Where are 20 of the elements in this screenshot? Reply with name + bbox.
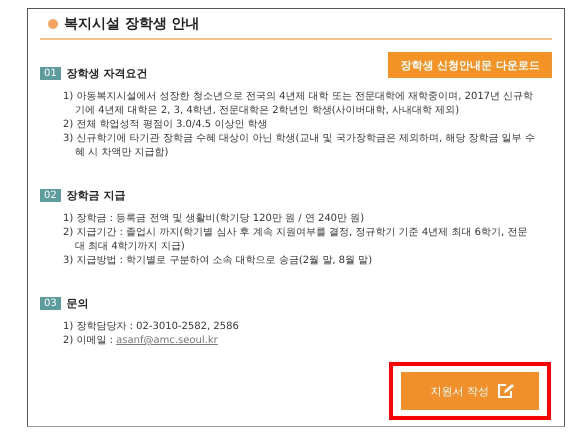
section-heading: 문의 bbox=[66, 296, 89, 311]
bullet-icon bbox=[48, 18, 58, 29]
email-link[interactable]: asanf@amc.seoul.kr bbox=[116, 335, 218, 346]
list-item: 1) 장학금 : 등록금 전액 및 생활비(학기당 120만 원 / 연 240만 원) bbox=[63, 212, 366, 226]
list-item: 3) 지급방법 : 학기별로 구분하여 소속 대학으로 송금(2월 말, 8월 말) bbox=[63, 254, 374, 268]
section-heading: 장학생 자격요건 bbox=[66, 66, 148, 81]
edit-icon bbox=[497, 383, 515, 399]
list-item: 1) 아동복지시설에서 성장한 청소년으로 전국의 4년제 대학 또는 전문대학에 재학중이며, 2017년 신규학기에 4년제 대학은 2, 3, 4학년, 전문대학은 2학년인 학생(사이버대학, 사내대학 제외) bbox=[63, 90, 534, 118]
section-number: 03 bbox=[40, 297, 61, 310]
download-button[interactable]: 장학생 신청안내문 다운로드 bbox=[388, 52, 552, 78]
list-item: 2) 전체 학업성적 평점이 3.0/4.5 이상인 학생 bbox=[63, 118, 269, 132]
list-item: 2) 이메일 : asanf@amc.seoul.kr bbox=[63, 334, 219, 348]
section-number: 01 bbox=[40, 67, 61, 80]
list-item: 2) 지급기간 : 졸업시 까지(학기별 심사 후 계속 지원여부를 결정, 정규학기 기준 4년제 최대 6학기, 전문대 최대 4학기까지 지급) bbox=[63, 226, 528, 254]
page-title: 복지시설 장학생 안내 bbox=[64, 14, 200, 33]
apply-button[interactable]: 지원서 작성 bbox=[400, 372, 539, 410]
section-heading: 장학금 지급 bbox=[66, 188, 126, 203]
list-item: 1) 장학담당자 : 02-3010-2582, 2586 bbox=[63, 320, 240, 334]
list-item: 3) 신규학기에 타기관 장학금 수혜 대상이 아닌 학생(교내 및 국가장학금은 제외하며, 해당 장학금 일부 수혜 시 차액만 지급함) bbox=[63, 132, 535, 160]
section-number: 02 bbox=[40, 189, 61, 202]
